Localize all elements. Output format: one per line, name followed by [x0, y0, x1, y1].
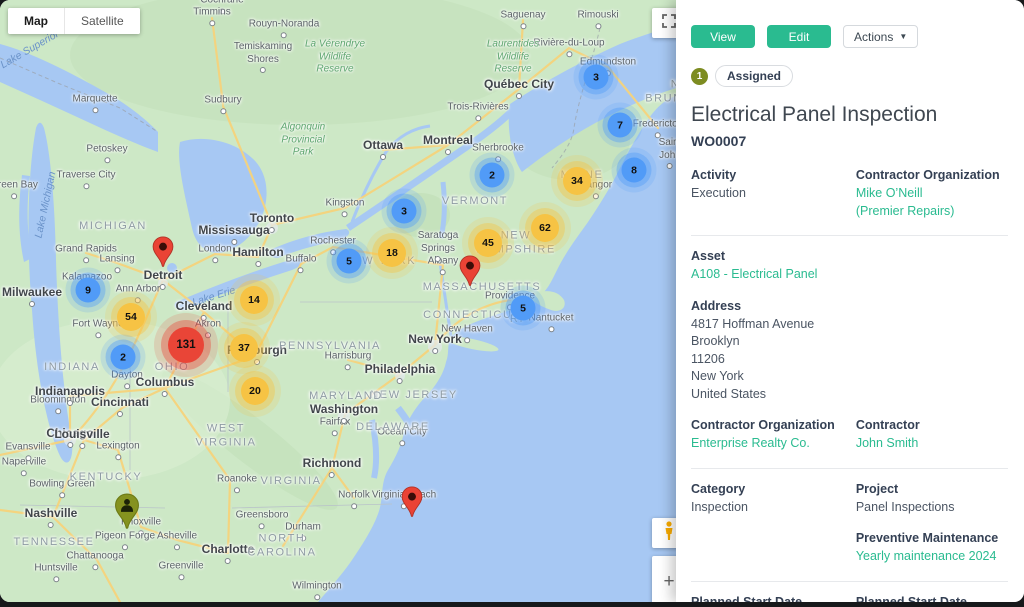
field-address: Address 4817 Hoffman AvenueBrooklyn11206N… — [691, 299, 856, 404]
field-section: Asset A108 - Electrical Panel Address 4817 … — [691, 249, 1008, 453]
field-value: 4817 Hoffman AvenueBrooklyn11206New York… — [691, 316, 856, 404]
cluster-marker[interactable]: 62 — [531, 214, 559, 242]
cluster-marker[interactable]: 131 — [168, 327, 204, 363]
cluster-marker[interactable]: 5 — [337, 249, 362, 274]
user-location-marker[interactable] — [114, 493, 141, 535]
field-value[interactable]: John Smith — [856, 435, 1008, 453]
cluster-marker[interactable]: 14 — [240, 286, 268, 314]
work-order-map-app: CochraneTimminsSudburyMarquetteRouyn-Nor… — [0, 0, 1024, 602]
field-label: Activity — [691, 168, 856, 182]
map-canvas[interactable]: CochraneTimminsSudburyMarquetteRouyn-Nor… — [0, 0, 676, 602]
field-value: Panel Inspections — [856, 499, 1008, 517]
work-order-pin[interactable] — [152, 236, 175, 273]
field-section: Activity ExecutionContractor Organization… — [691, 168, 1008, 220]
cluster-marker[interactable]: 20 — [241, 377, 269, 405]
pegman-icon — [663, 521, 675, 546]
cluster-marker[interactable]: 9 — [76, 278, 101, 303]
field-asset: Asset A108 - Electrical Panel — [691, 249, 856, 284]
cluster-marker[interactable]: 3 — [584, 65, 609, 90]
panel-action-bar: View Edit Actions ▼ — [691, 25, 1008, 48]
field-label: Preventive Maintenance — [856, 531, 1008, 545]
field-label: Contractor Organization — [856, 168, 1008, 182]
cluster-marker[interactable]: 54 — [117, 303, 145, 331]
section-divider — [691, 468, 1008, 469]
field-value[interactable]: A108 - Electrical Panel — [691, 266, 856, 284]
cluster-marker[interactable]: 34 — [563, 167, 591, 195]
field-empty — [856, 249, 1008, 284]
page-title: Electrical Panel Inspection — [691, 103, 1008, 127]
fullscreen-icon — [662, 14, 676, 33]
field-row: Asset A108 - Electrical Panel — [691, 249, 1008, 284]
field-preventive-maintenance: Preventive Maintenance Yearly maintenance… — [856, 531, 1008, 566]
zoom-in-button[interactable]: + — [652, 556, 676, 602]
cluster-marker[interactable]: 8 — [622, 158, 647, 183]
cluster-marker[interactable]: 2 — [480, 163, 505, 188]
status-badge: Assigned — [715, 65, 793, 87]
work-order-pin[interactable] — [459, 255, 482, 292]
satellite-view-button[interactable]: Satellite — [65, 8, 140, 34]
field-row: Planned Start Date07/21/2024 8:00 AMPlan… — [691, 595, 1008, 603]
field-label: Planned Start Date — [856, 595, 1008, 603]
field-label: Planned Start Date — [691, 595, 856, 603]
field-label: Contractor Organization — [691, 418, 856, 432]
cluster-marker[interactable]: 7 — [608, 113, 633, 138]
field-activity: Activity Execution — [691, 168, 856, 220]
field-contractor: Contractor John Smith — [856, 418, 1008, 453]
edit-button[interactable]: Edit — [767, 25, 831, 48]
work-order-pin[interactable] — [401, 486, 424, 523]
field-value: Inspection — [691, 499, 856, 517]
field-value[interactable]: Yearly maintenance 2024 — [856, 548, 1008, 566]
field-planned-start-date: Planned Start Date07/21/2024 8:00 AM — [691, 595, 856, 603]
field-label: Asset — [691, 249, 856, 263]
work-order-id: WO0007 — [691, 133, 1008, 149]
cluster-marker[interactable]: 37 — [230, 334, 258, 362]
caret-down-icon: ▼ — [899, 32, 907, 41]
cluster-marker[interactable]: 3 — [392, 199, 417, 224]
field-contractor-organization: Contractor Organization Enterprise Realty… — [691, 418, 856, 453]
field-label: Address — [691, 299, 856, 313]
field-value[interactable]: Enterprise Realty Co. — [691, 435, 856, 453]
cluster-marker[interactable]: 18 — [378, 239, 406, 267]
field-empty — [856, 299, 1008, 404]
map-type-control: Map Satellite — [8, 8, 140, 34]
work-order-detail-panel: View Edit Actions ▼ 1 Assigned Electrica… — [676, 0, 1024, 602]
section-divider — [691, 235, 1008, 236]
field-row: Address 4817 Hoffman AvenueBrooklyn11206N… — [691, 299, 1008, 404]
field-label: Project — [856, 482, 1008, 496]
panel-fields: ActivityExecutionContractor Organization… — [691, 168, 1008, 602]
fullscreen-button[interactable] — [652, 8, 676, 38]
field-planned-start-date: Planned Start Date07/21/2024 4:00 PM — [856, 595, 1008, 603]
field-value[interactable]: Mike O’Neill(Premier Repairs) — [856, 185, 1008, 220]
field-row: Activity ExecutionContractor Organization… — [691, 168, 1008, 220]
field-row: Contractor Organization Enterprise Realty… — [691, 418, 1008, 453]
status-count-badge: 1 — [691, 68, 708, 85]
actions-dropdown-button[interactable]: Actions ▼ — [843, 25, 918, 48]
status-row: 1 Assigned — [691, 65, 1008, 87]
field-project: Project Panel Inspections — [856, 482, 1008, 517]
section-divider — [691, 581, 1008, 582]
cluster-marker[interactable]: 45 — [474, 229, 502, 257]
view-button[interactable]: View — [691, 25, 755, 48]
field-row: Category InspectionProject Panel Inspectio… — [691, 482, 1008, 517]
field-empty — [691, 531, 856, 566]
field-contractor-organization: Contractor Organization Mike O’Neill(Prem… — [856, 168, 1008, 220]
field-label: Contractor — [856, 418, 1008, 432]
cluster-marker[interactable]: 2 — [111, 345, 136, 370]
plus-icon: + — [663, 572, 674, 591]
field-section: Category InspectionProject Panel Inspectio… — [691, 482, 1008, 566]
map-terrain — [0, 0, 676, 602]
field-value: Execution — [691, 185, 856, 203]
field-category: Category Inspection — [691, 482, 856, 517]
field-section: Planned Start Date07/21/2024 8:00 AMPlan… — [691, 595, 1008, 603]
street-view-pegman[interactable] — [652, 518, 676, 548]
app-frame: CochraneTimminsSudburyMarquetteRouyn-Nor… — [0, 0, 1024, 607]
actions-label: Actions — [854, 30, 893, 44]
field-label: Category — [691, 482, 856, 496]
cluster-marker[interactable]: 5 — [511, 296, 536, 321]
field-row: Preventive Maintenance Yearly maintenance… — [691, 531, 1008, 566]
map-view-button[interactable]: Map — [8, 8, 64, 34]
